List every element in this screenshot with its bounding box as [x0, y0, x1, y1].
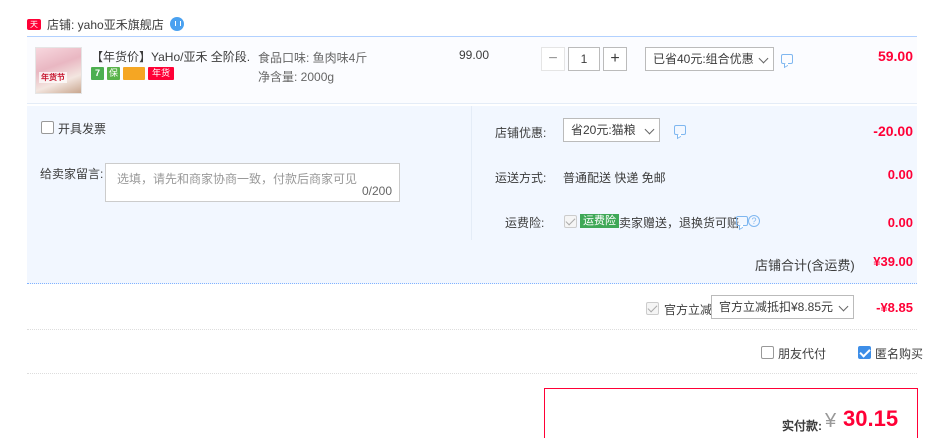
options-left-column: 开具发票 给卖家留言: 选填，请先和商家协商一致，付款后商家可见 0/200: [27, 106, 472, 240]
combo-discount-value: 已省40元:组合优惠: [653, 52, 754, 66]
currency-symbol: ¥: [825, 410, 837, 432]
insurance-description: 卖家赠送，退换货可赔: [619, 216, 740, 230]
insurance-amount: 0.00: [887, 215, 913, 230]
message-placeholder: 选填，请先和商家协商一致，付款后商家可见: [117, 172, 358, 186]
service-icons: 7 保 年货: [91, 67, 174, 80]
shop-discount-value: 省20元:猫粮: [571, 123, 636, 137]
insurance-label: 运费险:: [505, 216, 545, 230]
message-label: 给卖家留言:: [40, 167, 104, 181]
official-discount-checkbox: [646, 302, 659, 315]
shop-discount-info-icon[interactable]: [674, 125, 686, 135]
seven-day-return-icon[interactable]: 7: [91, 67, 104, 80]
shipping-amount: 0.00: [887, 167, 913, 182]
shop-discount-select[interactable]: 省20元:猫粮: [563, 118, 660, 142]
invoice-label[interactable]: 开具发票: [58, 120, 106, 137]
insurance-tag: 运费险: [580, 214, 619, 228]
shop-name[interactable]: 店铺: yaho亚禾旗舰店: [47, 16, 164, 33]
flavor-attribute: 食品口味: 鱼肉味4斤: [258, 51, 368, 65]
shop-discount-amount: -20.00: [873, 123, 913, 139]
official-discount-value: 官方立减抵扣¥8.85元: [719, 300, 834, 314]
official-discount-select[interactable]: 官方立减抵扣¥8.85元: [711, 295, 854, 319]
final-payment-box: 实付款: ¥ 30.15: [544, 388, 918, 438]
friend-pay-label[interactable]: 朋友代付: [778, 345, 826, 362]
anonymous-purchase-label[interactable]: 匿名购买: [875, 345, 923, 362]
quantity-input[interactable]: 1: [568, 47, 600, 71]
final-payment-label: 实付款:: [782, 419, 822, 433]
insurance-info-icon[interactable]: [736, 216, 748, 226]
shop-header: 天猫 店铺: yaho亚禾旗舰店: [27, 14, 184, 40]
tmall-badge: 天猫: [27, 18, 41, 40]
guarantee-icon[interactable]: 保: [107, 67, 120, 80]
chevron-down-icon: [644, 124, 655, 135]
discount-info-icon[interactable]: [781, 54, 793, 64]
product-title[interactable]: 【年货价】YaHo/亚禾 全阶段...: [91, 48, 251, 65]
unit-price: 99.00: [459, 48, 490, 62]
seller-message-input[interactable]: 选填，请先和商家协商一致，付款后商家可见 0/200: [105, 163, 400, 202]
invoice-checkbox[interactable]: [41, 121, 54, 134]
chevron-down-icon: [838, 301, 849, 312]
decrease-quantity-button[interactable]: −: [541, 47, 565, 71]
official-discount-amount: -¥8.85: [876, 300, 913, 315]
final-payment-amount: 30.15: [843, 406, 899, 431]
shop-discount-label: 店铺优惠:: [495, 126, 547, 140]
official-discount-label: 官方立减: [664, 303, 713, 317]
new-year-goods-badge: 年货: [148, 67, 174, 80]
message-char-count: 0/200: [361, 184, 392, 198]
anonymous-purchase-checkbox[interactable]: [858, 346, 871, 359]
combo-discount-select[interactable]: 已省40元:组合优惠: [645, 47, 774, 71]
shipping-label: 运送方式:: [495, 171, 547, 185]
friend-pay-checkbox[interactable]: [761, 346, 774, 359]
help-icon[interactable]: ?: [748, 215, 760, 227]
quantity-stepper: − 1 +: [541, 47, 627, 71]
insurance-checkbox: [564, 215, 577, 228]
shop-total-amount: ¥39.00: [873, 254, 913, 269]
weight-attribute: 净含量: 2000g: [258, 70, 335, 84]
divider: [27, 329, 917, 330]
order-item-row: 年货节 【年货价】YaHo/亚禾 全阶段... 7 保 年货 食品口味: 鱼肉味…: [27, 36, 917, 104]
order-options-panel: 开具发票 给卖家留言: 选填，请先和商家协商一致，付款后商家可见 0/200 店…: [27, 106, 917, 284]
thumbnail-promo-text: 年货节: [39, 72, 67, 83]
item-subtotal: 59.00: [877, 48, 913, 64]
contact-seller-icon[interactable]: [169, 17, 184, 31]
increase-quantity-button[interactable]: +: [603, 47, 627, 71]
divider: [27, 373, 917, 374]
credit-card-icon[interactable]: [123, 67, 145, 80]
shop-total-label: 店铺合计(含运费): [755, 258, 855, 273]
chevron-down-icon: [758, 53, 769, 64]
product-thumbnail[interactable]: 年货节: [35, 47, 82, 94]
shipping-method: 普通配送 快递 免邮: [563, 171, 666, 185]
